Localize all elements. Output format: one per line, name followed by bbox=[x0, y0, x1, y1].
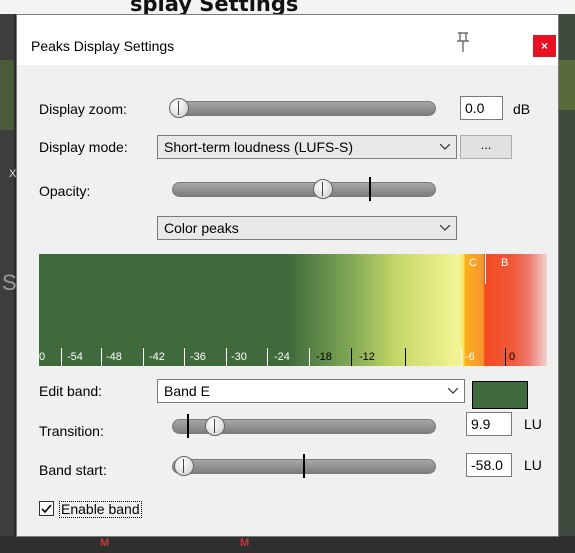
close-icon: × bbox=[540, 39, 548, 53]
transition-input[interactable]: 9.9 bbox=[466, 412, 512, 436]
scale-tick bbox=[505, 348, 506, 366]
display-mode-value: Short-term loudness (LUFS-S) bbox=[164, 139, 354, 155]
background-track-strip bbox=[0, 60, 14, 130]
scale-tick bbox=[405, 348, 406, 366]
background-app-header: splay Settings bbox=[0, 0, 575, 16]
opacity-slider-thumb[interactable] bbox=[313, 179, 333, 199]
display-zoom-slider-thumb[interactable] bbox=[169, 98, 189, 118]
scale-tick bbox=[351, 348, 352, 366]
display-zoom-label: Display zoom: bbox=[39, 101, 127, 117]
display-zoom-input[interactable]: 0.0 bbox=[460, 96, 503, 120]
transition-unit: LU bbox=[524, 416, 542, 432]
scale-label: -30 bbox=[231, 351, 247, 363]
opacity-default-tick bbox=[369, 177, 371, 201]
background-track-strip bbox=[559, 60, 575, 110]
peaks-display-settings-dialog: Peaks Display Settings × Display zoom: 0… bbox=[16, 14, 559, 537]
opacity-mode-value: Color peaks bbox=[164, 220, 239, 236]
opacity-mode-select[interactable]: Color peaks bbox=[157, 216, 457, 240]
clip-marker-label: C bbox=[469, 257, 477, 269]
scale-label: -24 bbox=[274, 351, 290, 363]
enable-band-label[interactable]: Enable band bbox=[59, 501, 142, 518]
display-mode-select[interactable]: Short-term loudness (LUFS-S) bbox=[157, 135, 457, 159]
edit-band-value: Band E bbox=[164, 383, 210, 399]
background-mute-button[interactable]: M bbox=[100, 537, 109, 549]
scale-label: 0 bbox=[39, 351, 46, 363]
chevron-down-icon bbox=[448, 388, 458, 394]
scale-tick bbox=[226, 348, 227, 366]
scale-label: -18 bbox=[316, 351, 332, 363]
edit-band-label: Edit band: bbox=[39, 383, 103, 399]
transition-slider-thumb[interactable] bbox=[205, 416, 225, 436]
background-mute-button[interactable]: M bbox=[240, 537, 249, 549]
chevron-down-icon bbox=[440, 144, 450, 150]
band-start-default-tick bbox=[303, 454, 305, 478]
background-bottom-bar bbox=[0, 536, 575, 553]
display-zoom-slider[interactable] bbox=[172, 101, 436, 116]
opacity-slider[interactable] bbox=[172, 182, 436, 197]
scale-label: -42 bbox=[149, 351, 165, 363]
pin-icon[interactable] bbox=[453, 31, 473, 53]
scale-label: -36 bbox=[190, 351, 206, 363]
scale-tick bbox=[143, 348, 144, 366]
display-mode-more-button[interactable]: ... bbox=[460, 135, 512, 159]
band-start-input[interactable]: -58.0 bbox=[466, 453, 512, 477]
scale-tick bbox=[61, 348, 62, 366]
scale-label: -6 bbox=[465, 351, 475, 363]
edit-band-select[interactable]: Band E bbox=[157, 379, 465, 403]
enable-band-checkbox[interactable] bbox=[39, 501, 54, 516]
dialog-titlebar[interactable]: Peaks Display Settings × bbox=[17, 15, 558, 65]
scale-label: 0 bbox=[509, 351, 516, 363]
marker-line bbox=[485, 254, 486, 284]
transition-label: Transition: bbox=[39, 423, 104, 439]
scale-tick bbox=[101, 348, 102, 366]
scale-label: -54 bbox=[67, 351, 83, 363]
peaks-color-scale[interactable]: 0 -54 -48 -42 -36 -30 -24 -18 -12 -6 0 C… bbox=[39, 254, 547, 366]
scale-tick bbox=[267, 348, 268, 366]
chevron-down-icon bbox=[440, 225, 450, 231]
scale-label: -12 bbox=[359, 351, 375, 363]
band-start-slider-thumb[interactable] bbox=[174, 456, 194, 476]
close-button[interactable]: × bbox=[533, 35, 556, 57]
display-mode-label: Display mode: bbox=[39, 139, 128, 155]
band-start-unit: LU bbox=[524, 457, 542, 473]
band-start-label: Band start: bbox=[39, 462, 107, 478]
band-marker-label: B bbox=[501, 257, 509, 269]
scale-tick bbox=[309, 348, 310, 366]
scale-label: -48 bbox=[106, 351, 122, 363]
dialog-title: Peaks Display Settings bbox=[31, 38, 175, 54]
transition-default-tick bbox=[187, 414, 189, 438]
scale-tick bbox=[184, 348, 185, 366]
band-color-swatch[interactable] bbox=[472, 381, 528, 409]
opacity-label: Opacity: bbox=[39, 183, 91, 199]
checkmark-icon bbox=[41, 504, 52, 514]
display-zoom-unit: dB bbox=[513, 101, 531, 117]
scale-tick bbox=[461, 348, 462, 366]
